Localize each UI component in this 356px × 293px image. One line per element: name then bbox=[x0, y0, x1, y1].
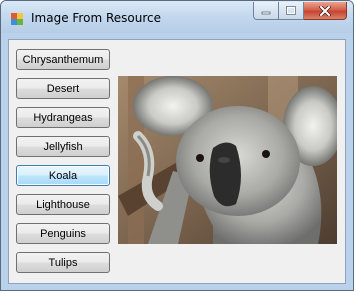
tulips-button[interactable]: Tulips bbox=[16, 252, 110, 273]
main-window: Image From Resource Chrysanthemum Desert… bbox=[0, 0, 354, 291]
button-label: Lighthouse bbox=[36, 198, 90, 211]
maximize-icon bbox=[286, 6, 296, 15]
button-label: Hydrangeas bbox=[33, 111, 93, 124]
picture-box bbox=[118, 76, 337, 244]
penguins-button[interactable]: Penguins bbox=[16, 223, 110, 244]
lighthouse-button[interactable]: Lighthouse bbox=[16, 194, 110, 215]
jellyfish-button[interactable]: Jellyfish bbox=[16, 136, 110, 157]
close-button[interactable] bbox=[304, 2, 347, 20]
close-icon bbox=[319, 5, 331, 16]
desert-button[interactable]: Desert bbox=[16, 78, 110, 99]
title-bar[interactable]: Image From Resource bbox=[1, 1, 353, 33]
minimize-button[interactable] bbox=[253, 2, 279, 20]
form-client-area: Chrysanthemum Desert Hydrangeas Jellyfis… bbox=[8, 39, 346, 284]
button-label: Jellyfish bbox=[43, 140, 83, 153]
caption-buttons bbox=[253, 2, 347, 20]
app-icon bbox=[10, 12, 24, 26]
koala-button[interactable]: Koala bbox=[16, 165, 110, 186]
button-label: Chrysanthemum bbox=[22, 53, 104, 66]
button-label: Penguins bbox=[40, 227, 86, 240]
hydrangeas-button[interactable]: Hydrangeas bbox=[16, 107, 110, 128]
koala-image bbox=[118, 76, 337, 244]
button-label: Tulips bbox=[48, 256, 78, 269]
minimize-icon bbox=[261, 11, 271, 14]
maximize-button[interactable] bbox=[279, 2, 304, 20]
button-label: Desert bbox=[46, 82, 80, 95]
chrysanthemum-button[interactable]: Chrysanthemum bbox=[16, 49, 110, 70]
button-label: Koala bbox=[48, 169, 78, 182]
window-title: Image From Resource bbox=[31, 11, 161, 25]
